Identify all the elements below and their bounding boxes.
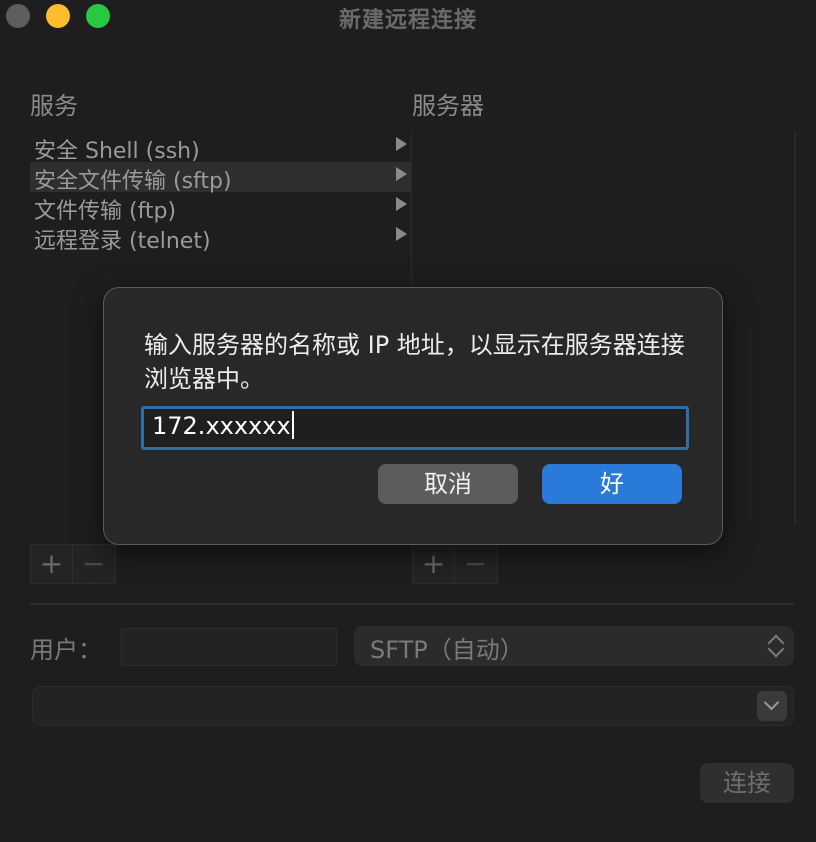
server-address-input[interactable]: 172.xxxxxx [141,406,689,450]
service-item-sftp[interactable]: 安全文件传输 (sftp) [30,162,411,194]
address-combo-field[interactable] [32,686,794,726]
service-item-telnet[interactable]: 远程登录 (telnet) [30,222,411,254]
new-remote-connection-window: 新建远程连接 服务 服务器 安全 Shell (ssh) 安全文件传输 (sft… [0,0,816,842]
servers-heading: 服务器 [412,92,484,120]
cancel-button[interactable]: 取消 [378,464,518,504]
protocol-select[interactable]: SFTP（自动） [354,626,794,666]
disclosure-arrow-icon [396,167,407,181]
add-server-dialog: 输入服务器的名称或 IP 地址，以显示在服务器连接浏览器中。 172.xxxxx… [103,287,723,545]
disclosure-arrow-icon [396,227,407,241]
remove-service-button[interactable]: − [73,545,114,583]
service-item-ssh[interactable]: 安全 Shell (ssh) [30,132,411,164]
up-down-chevron-icon [767,633,785,659]
disclosure-arrow-icon [396,137,407,151]
disclosure-arrow-icon [396,197,407,211]
services-heading: 服务 [30,92,78,120]
service-item-label: 安全文件传输 (sftp) [34,169,232,194]
service-item-label: 安全 Shell (ssh) [34,139,200,164]
connect-button[interactable]: 连接 [700,763,794,803]
dialog-message: 输入服务器的名称或 IP 地址，以显示在服务器连接浏览器中。 [144,331,685,393]
services-add-remove-control: + − [30,544,116,584]
text-caret [291,411,294,439]
servers-add-remove-control: + − [412,544,498,584]
add-service-button[interactable]: + [31,545,73,583]
service-item-label: 远程登录 (telnet) [34,229,211,254]
user-label: 用户： [30,636,102,664]
add-server-button[interactable]: + [413,545,455,583]
service-item-label: 文件传输 (ftp) [34,199,177,224]
remove-server-button[interactable]: − [455,545,496,583]
chevron-down-icon [763,694,780,711]
user-input[interactable] [121,628,337,666]
address-dropdown-button[interactable] [757,691,787,721]
server-address-value: 172.xxxxxx [152,412,291,440]
title-bar: 新建远程连接 [0,0,816,36]
protocol-select-value: SFTP（自动） [370,636,524,664]
divider [30,603,794,605]
service-item-ftp[interactable]: 文件传输 (ftp) [30,192,411,224]
ok-button[interactable]: 好 [542,464,682,504]
window-title: 新建远程连接 [338,8,477,33]
